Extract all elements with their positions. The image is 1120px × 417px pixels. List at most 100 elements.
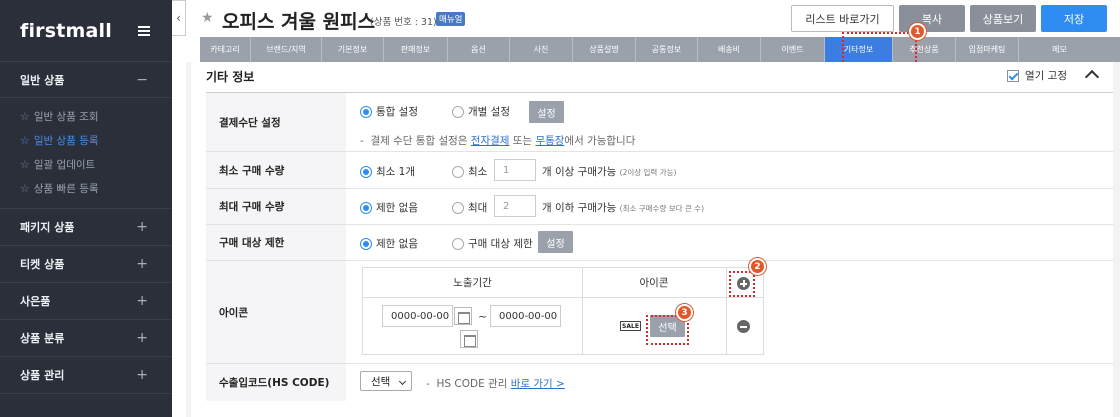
hs-code-note: - HS CODE 관리 바로 가기 > [426, 376, 565, 391]
tab-memo[interactable]: 메모 [1019, 37, 1100, 62]
target-option-none[interactable]: 제한 없음 [360, 236, 418, 251]
checkbox-icon[interactable] [1007, 69, 1019, 82]
sidebar-section-label: 상품 관리 [20, 369, 65, 382]
note-text: HS CODE 관리 [436, 378, 508, 390]
min-qty-option-custom[interactable]: 최소 [452, 164, 487, 179]
sidebar-section-label: 상품 분류 [20, 332, 65, 345]
radio-icon[interactable] [452, 105, 464, 118]
chevron-up-icon[interactable] [1084, 69, 1100, 85]
star-icon[interactable]: ☆ [20, 134, 30, 147]
note-dash: - [426, 378, 430, 390]
max-qty-option-none[interactable]: 제한 없음 [360, 200, 418, 215]
tab-bar: 카테고리 브랜드/지역 기본정보 판매정보 옵션 사진 상품설명 공통정보 배송… [200, 37, 1120, 62]
payment-setting-button[interactable]: 설정 [529, 101, 564, 123]
radio-icon[interactable] [360, 201, 372, 214]
tab-category[interactable]: 카테고리 [200, 37, 251, 62]
radio-label: 최소 1개 [376, 166, 415, 178]
radio-icon[interactable] [452, 165, 464, 178]
payment-label: 결제수단 설정 [206, 93, 346, 151]
tab-sales-info[interactable]: 판매정보 [384, 37, 448, 62]
sidebar-item-label: 일괄 업데이트 [33, 158, 96, 171]
payment-note: - 결제 수단 통합 설정은 전자결제 또는 무통장에서 가능합니다 [360, 133, 635, 148]
tab-event[interactable]: 이벤트 [761, 37, 825, 62]
calendar-icon[interactable] [454, 307, 472, 325]
max-qty-suffix: 개 이하 구매가능 (최소 구매수량 보다 큰 수) [542, 200, 704, 215]
bank-link[interactable]: 무통장 [535, 135, 564, 147]
sidebar-collapse-button[interactable]: ‹ [172, 0, 186, 36]
tab-photos[interactable]: 사진 [510, 37, 573, 62]
tab-description[interactable]: 상품설명 [573, 37, 636, 62]
star-icon[interactable]: ☆ [20, 182, 30, 195]
logo[interactable]: firstmall [20, 20, 112, 42]
collapse-icon[interactable]: − [136, 72, 148, 88]
max-qty-option-custom[interactable]: 최대 [452, 200, 487, 215]
radio-label: 제한 없음 [376, 202, 418, 214]
max-qty-value: 제한 없음 최대 2 개 이하 구매가능 (최소 구매수량 보다 큰 수) [346, 189, 1113, 224]
menu-icon[interactable] [138, 25, 150, 36]
sidebar-item-label: 일반 상품 등록 [33, 134, 99, 147]
tab-basic-info[interactable]: 기본정보 [322, 37, 384, 62]
payment-value: 통합 설정 개별 설정 설정 - 결제 수단 통합 설정은 전자결제 또는 무통… [346, 93, 1113, 151]
start-date-input[interactable]: 0000-00-00 [382, 305, 453, 327]
tab-options[interactable]: 옵션 [448, 37, 510, 62]
radio-icon[interactable] [452, 237, 464, 250]
min-qty-input[interactable]: 1 [494, 159, 536, 181]
target-option-restrict[interactable]: 구매 대상 제한 [452, 236, 533, 251]
sidebar-item-product-list[interactable]: ☆ 일반 상품 조회 [0, 104, 172, 128]
star-icon[interactable]: ★ [201, 10, 214, 26]
manual-badge[interactable]: 매뉴얼 [436, 12, 466, 26]
radio-icon[interactable] [452, 201, 464, 214]
expand-icon[interactable]: + [136, 256, 148, 272]
sidebar-section-general-products[interactable]: 일반 상품 − [0, 62, 172, 98]
pg-link[interactable]: 전자결제 [471, 135, 510, 147]
sidebar-section-label: 패키지 상품 [20, 221, 75, 234]
target-value: 제한 없음 구매 대상 제한 설정 [346, 225, 1113, 260]
sidebar-section-label: 사은품 [20, 295, 51, 308]
save-button[interactable]: 저장 [1041, 5, 1107, 32]
chevron-down-icon [398, 377, 407, 386]
hs-code-link[interactable]: 바로 가기 > [511, 378, 565, 390]
expand-icon[interactable]: + [136, 330, 148, 346]
sidebar-item-bulk-update[interactable]: ☆ 일괄 업데이트 [0, 152, 172, 176]
sidebar-section-gift[interactable]: 사은품 + [0, 283, 172, 320]
expand-icon[interactable]: + [136, 367, 148, 383]
sidebar-item-product-register[interactable]: ☆ 일반 상품 등록 [0, 128, 172, 152]
radio-icon[interactable] [360, 237, 372, 250]
tab-marketing[interactable]: 입점마케팅 [956, 37, 1019, 62]
hs-code-label: 수출입코드(HS CODE) [206, 364, 346, 401]
payment-option-integrated[interactable]: 통합 설정 [360, 104, 418, 119]
suffix-text: 개 이상 구매가능 [542, 166, 617, 178]
star-icon[interactable]: ☆ [20, 110, 30, 123]
calendar-icon[interactable] [460, 330, 478, 348]
target-setting-button[interactable]: 설정 [538, 231, 573, 253]
sidebar-section-package[interactable]: 패키지 상품 + [0, 209, 172, 246]
tab-shipping[interactable]: 배송비 [698, 37, 761, 62]
tab-common-info[interactable]: 공통정보 [636, 37, 698, 62]
max-qty-input[interactable]: 2 [494, 195, 536, 217]
sidebar-section-label: 일반 상품 [20, 73, 65, 87]
target-row: 구매 대상 제한 제한 없음 구매 대상 제한 설정 [206, 225, 1113, 261]
open-fix-toggle[interactable]: 열기 고정 [1007, 68, 1067, 83]
star-icon[interactable]: ☆ [20, 158, 30, 171]
payment-option-individual[interactable]: 개별 설정 [452, 104, 510, 119]
radio-icon[interactable] [360, 165, 372, 178]
note-text: 에서 가능합니다 [564, 135, 636, 147]
sidebar-item-quick-register[interactable]: ☆ 상품 빠른 등록 [0, 176, 172, 200]
divider [582, 268, 583, 354]
expand-icon[interactable]: + [136, 293, 148, 309]
note-dash: - [360, 135, 364, 147]
end-date-input[interactable]: 0000-00-00 [490, 305, 561, 327]
select-value: 선택 [371, 375, 391, 388]
sidebar-section-category[interactable]: 상품 분류 + [0, 320, 172, 357]
sidebar-section-management[interactable]: 상품 관리 + [0, 357, 172, 394]
expand-icon[interactable]: + [136, 219, 148, 235]
list-shortcut-button[interactable]: 리스트 바로가기 [791, 5, 894, 32]
hs-code-select[interactable]: 선택 [360, 371, 412, 391]
view-product-button[interactable]: 상품보기 [970, 5, 1036, 32]
remove-icon[interactable] [737, 320, 750, 333]
radio-icon[interactable] [360, 105, 372, 118]
sidebar-section-ticket[interactable]: 티켓 상품 + [0, 246, 172, 283]
radio-label: 제한 없음 [376, 238, 418, 250]
min-qty-option-1[interactable]: 최소 1개 [360, 164, 415, 179]
tab-brand[interactable]: 브랜드/지역 [251, 37, 322, 62]
